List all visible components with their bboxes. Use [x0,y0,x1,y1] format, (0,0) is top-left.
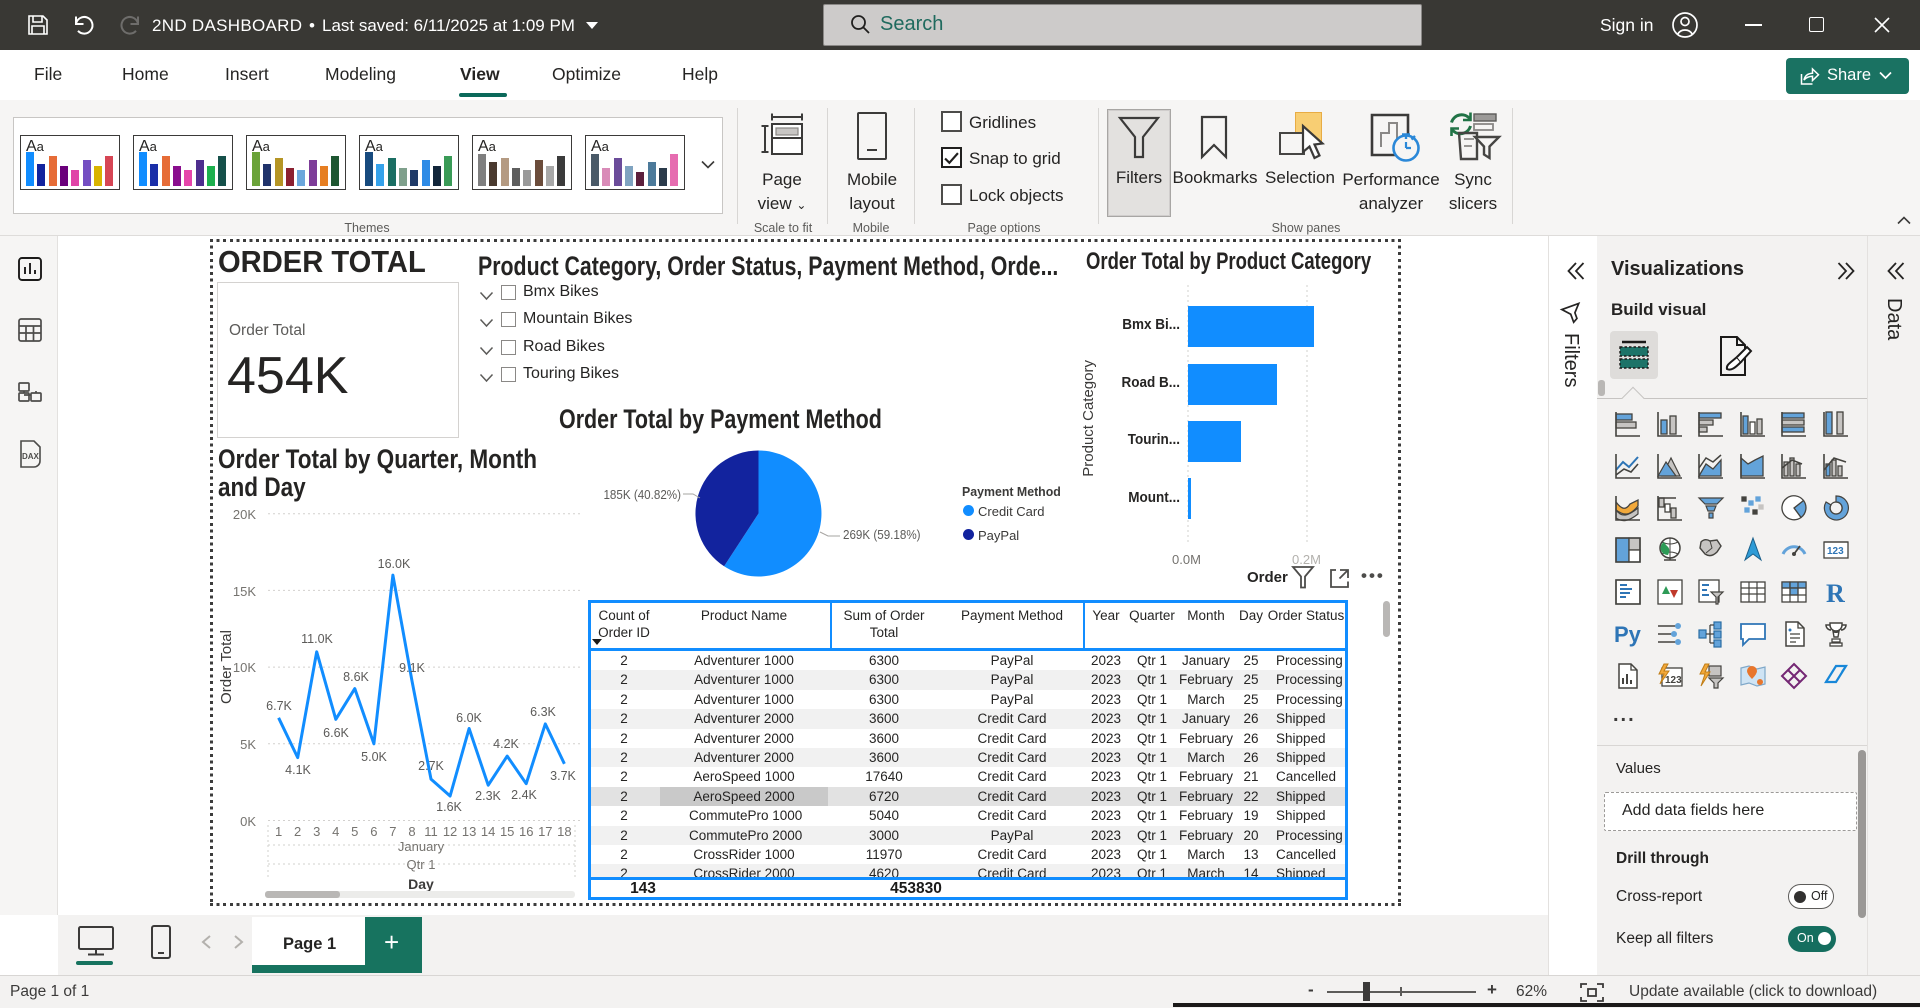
svg-text:123: 123 [1827,546,1844,557]
svg-text:R: R [1826,579,1845,608]
svg-text:DAX: DAX [22,452,40,461]
svg-text:123: 123 [1665,675,1682,686]
svg-text:Py: Py [1614,622,1642,647]
